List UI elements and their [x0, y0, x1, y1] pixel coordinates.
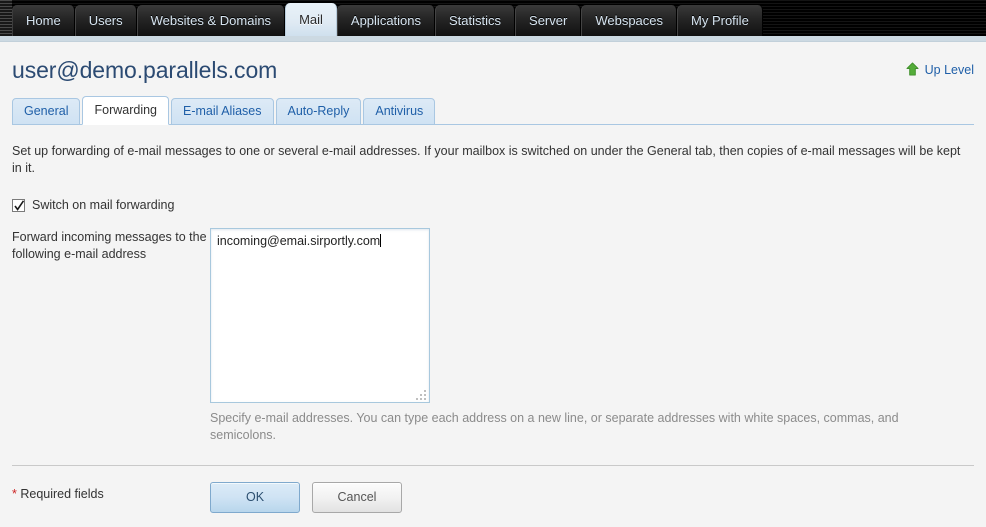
form-footer: * Required fields OK Cancel [12, 466, 974, 513]
forward-address-control: incoming@emai.sirportly.com Specify e-ma… [210, 228, 974, 444]
content-area: user@demo.parallels.com Up Level General… [0, 42, 986, 526]
switch-on-forwarding-row[interactable]: Switch on mail forwarding [12, 198, 974, 212]
text-caret [380, 234, 382, 247]
nav-tab-label: Users [88, 13, 123, 28]
forward-address-textarea[interactable]: incoming@emai.sirportly.com [210, 228, 430, 403]
sub-tabs-container: General Forwarding E-mail Aliases Auto-R… [12, 96, 974, 125]
primary-navigation-bar: Home Users Websites & Domains Mail Appli… [0, 0, 986, 36]
required-fields-label: Required fields [16, 487, 104, 501]
subtab-label: Forwarding [94, 103, 158, 117]
nav-tab-mail[interactable]: Mail [285, 3, 337, 36]
nav-tab-users[interactable]: Users [74, 5, 137, 36]
page-title: user@demo.parallels.com [12, 57, 278, 83]
up-level-label: Up Level [924, 62, 974, 77]
page-header: user@demo.parallels.com Up Level [12, 42, 974, 84]
nav-tab-websites-domains[interactable]: Websites & Domains [136, 5, 286, 36]
up-level-link[interactable]: Up Level [905, 62, 974, 77]
subtab-label: Antivirus [375, 104, 424, 118]
sub-tabs: General Forwarding E-mail Aliases Auto-R… [12, 96, 974, 125]
forward-address-label: Forward incoming messages to the followi… [12, 230, 207, 261]
nav-tab-label: Statistics [449, 13, 502, 28]
forward-address-value: incoming@emai.sirportly.com [217, 234, 381, 248]
nav-tab-statistics[interactable]: Statistics [435, 5, 516, 36]
nav-tab-server[interactable]: Server [515, 5, 582, 36]
nav-tab-label: Server [529, 13, 568, 28]
forward-address-field-row: Forward incoming messages to the followi… [12, 228, 974, 444]
forward-address-textarea-content: incoming@emai.sirportly.com [217, 233, 423, 249]
ok-button[interactable]: OK [210, 482, 300, 513]
required-fields-note: * Required fields [12, 482, 210, 501]
nav-tab-home[interactable]: Home [12, 5, 75, 36]
nav-tab-my-profile[interactable]: My Profile [677, 5, 763, 36]
intro-text: Set up forwarding of e-mail messages to … [12, 144, 961, 175]
primary-nav-tabs: Home Users Websites & Domains Mail Appli… [12, 0, 763, 36]
nav-left-texture [0, 0, 12, 36]
arrow-up-icon [905, 62, 920, 77]
subtab-antivirus[interactable]: Antivirus [363, 98, 436, 125]
nav-tab-label: Websites & Domains [150, 13, 272, 28]
nav-tab-label: My Profile [691, 13, 749, 28]
subtab-label: General [24, 104, 69, 118]
nav-tab-label: Mail [299, 12, 323, 27]
subtab-general[interactable]: General [12, 98, 81, 125]
subtab-label: E-mail Aliases [183, 104, 262, 118]
nav-tab-label: Home [26, 13, 61, 28]
textarea-resize-grip[interactable] [416, 389, 427, 400]
form-buttons: OK Cancel [210, 482, 402, 513]
cancel-button[interactable]: Cancel [312, 482, 402, 513]
nav-tab-webspaces[interactable]: Webspaces [581, 5, 678, 36]
nav-tab-label: Applications [350, 13, 422, 28]
forward-address-hint: Specify e-mail addresses. You can type e… [210, 411, 899, 442]
subtab-auto-reply[interactable]: Auto-Reply [275, 98, 362, 125]
nav-tab-applications[interactable]: Applications [336, 5, 436, 36]
subtab-label: Auto-Reply [287, 104, 350, 118]
nav-tab-label: Webspaces [595, 13, 664, 28]
switch-on-forwarding-checkbox[interactable] [12, 198, 25, 212]
subtab-forwarding[interactable]: Forwarding [82, 96, 170, 125]
switch-on-forwarding-label: Switch on mail forwarding [32, 198, 175, 212]
subtab-email-aliases[interactable]: E-mail Aliases [171, 98, 274, 125]
